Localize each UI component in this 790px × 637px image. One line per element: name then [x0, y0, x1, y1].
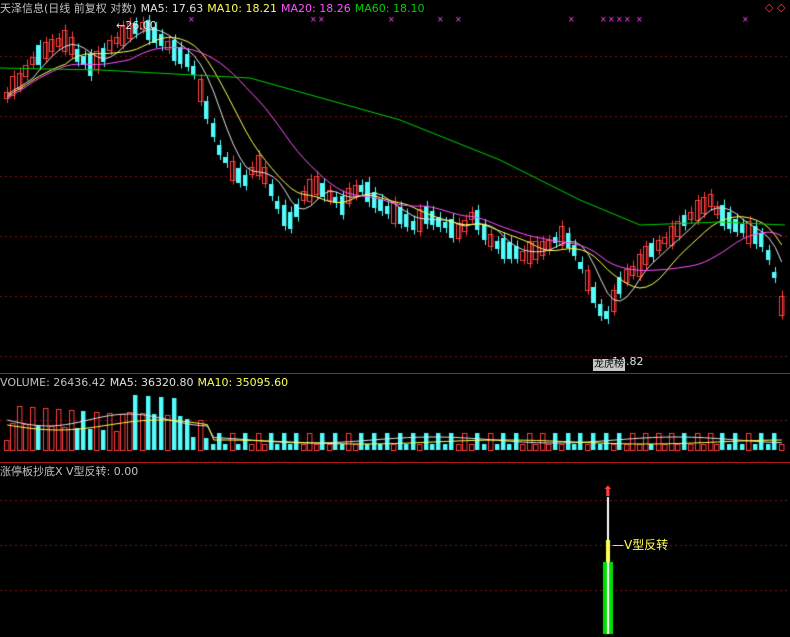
indicator-readout: 涨停板抄底X V型反转: 0.00: [0, 465, 139, 478]
volume-panel-header: VOLUME: 26436.42 MA5: 36320.80 MA10: 35095…: [0, 375, 292, 391]
vol-ma10-readout: MA10: 35095.60: [197, 376, 289, 389]
v-reversal-label: —V型反转: [612, 538, 669, 552]
stock-title: 天泽信息(日线 前复权 对数): [0, 2, 137, 15]
ma10-readout: MA10: 18.21: [207, 2, 278, 15]
kline-chart-canvas[interactable]: [0, 0, 790, 637]
price-panel-header: 天泽信息(日线 前复权 对数) MA5: 17.63 MA10: 18.21 MA20…: [0, 1, 428, 17]
ma5-readout: MA5: 17.63: [140, 2, 204, 15]
volume-readout: VOLUME: 26436.42: [0, 376, 106, 389]
ma60-readout: MA60: 18.10: [354, 2, 425, 15]
up-arrow-icon: ⬆: [602, 484, 614, 500]
close-icon[interactable]: ◇: [777, 2, 785, 14]
panel-divider: [0, 462, 790, 463]
restore-icon[interactable]: ◇: [765, 2, 773, 14]
vol-ma5-readout: MA5: 36320.80: [109, 376, 194, 389]
high-price-label: ←26.00: [116, 19, 157, 32]
lhb-tag[interactable]: 龙虎榜: [593, 359, 625, 371]
indicator-panel-header: 涨停板抄底X V型反转: 0.00: [0, 464, 142, 480]
panel-divider: [0, 373, 790, 374]
ma20-readout: MA20: 18.26: [281, 2, 351, 15]
